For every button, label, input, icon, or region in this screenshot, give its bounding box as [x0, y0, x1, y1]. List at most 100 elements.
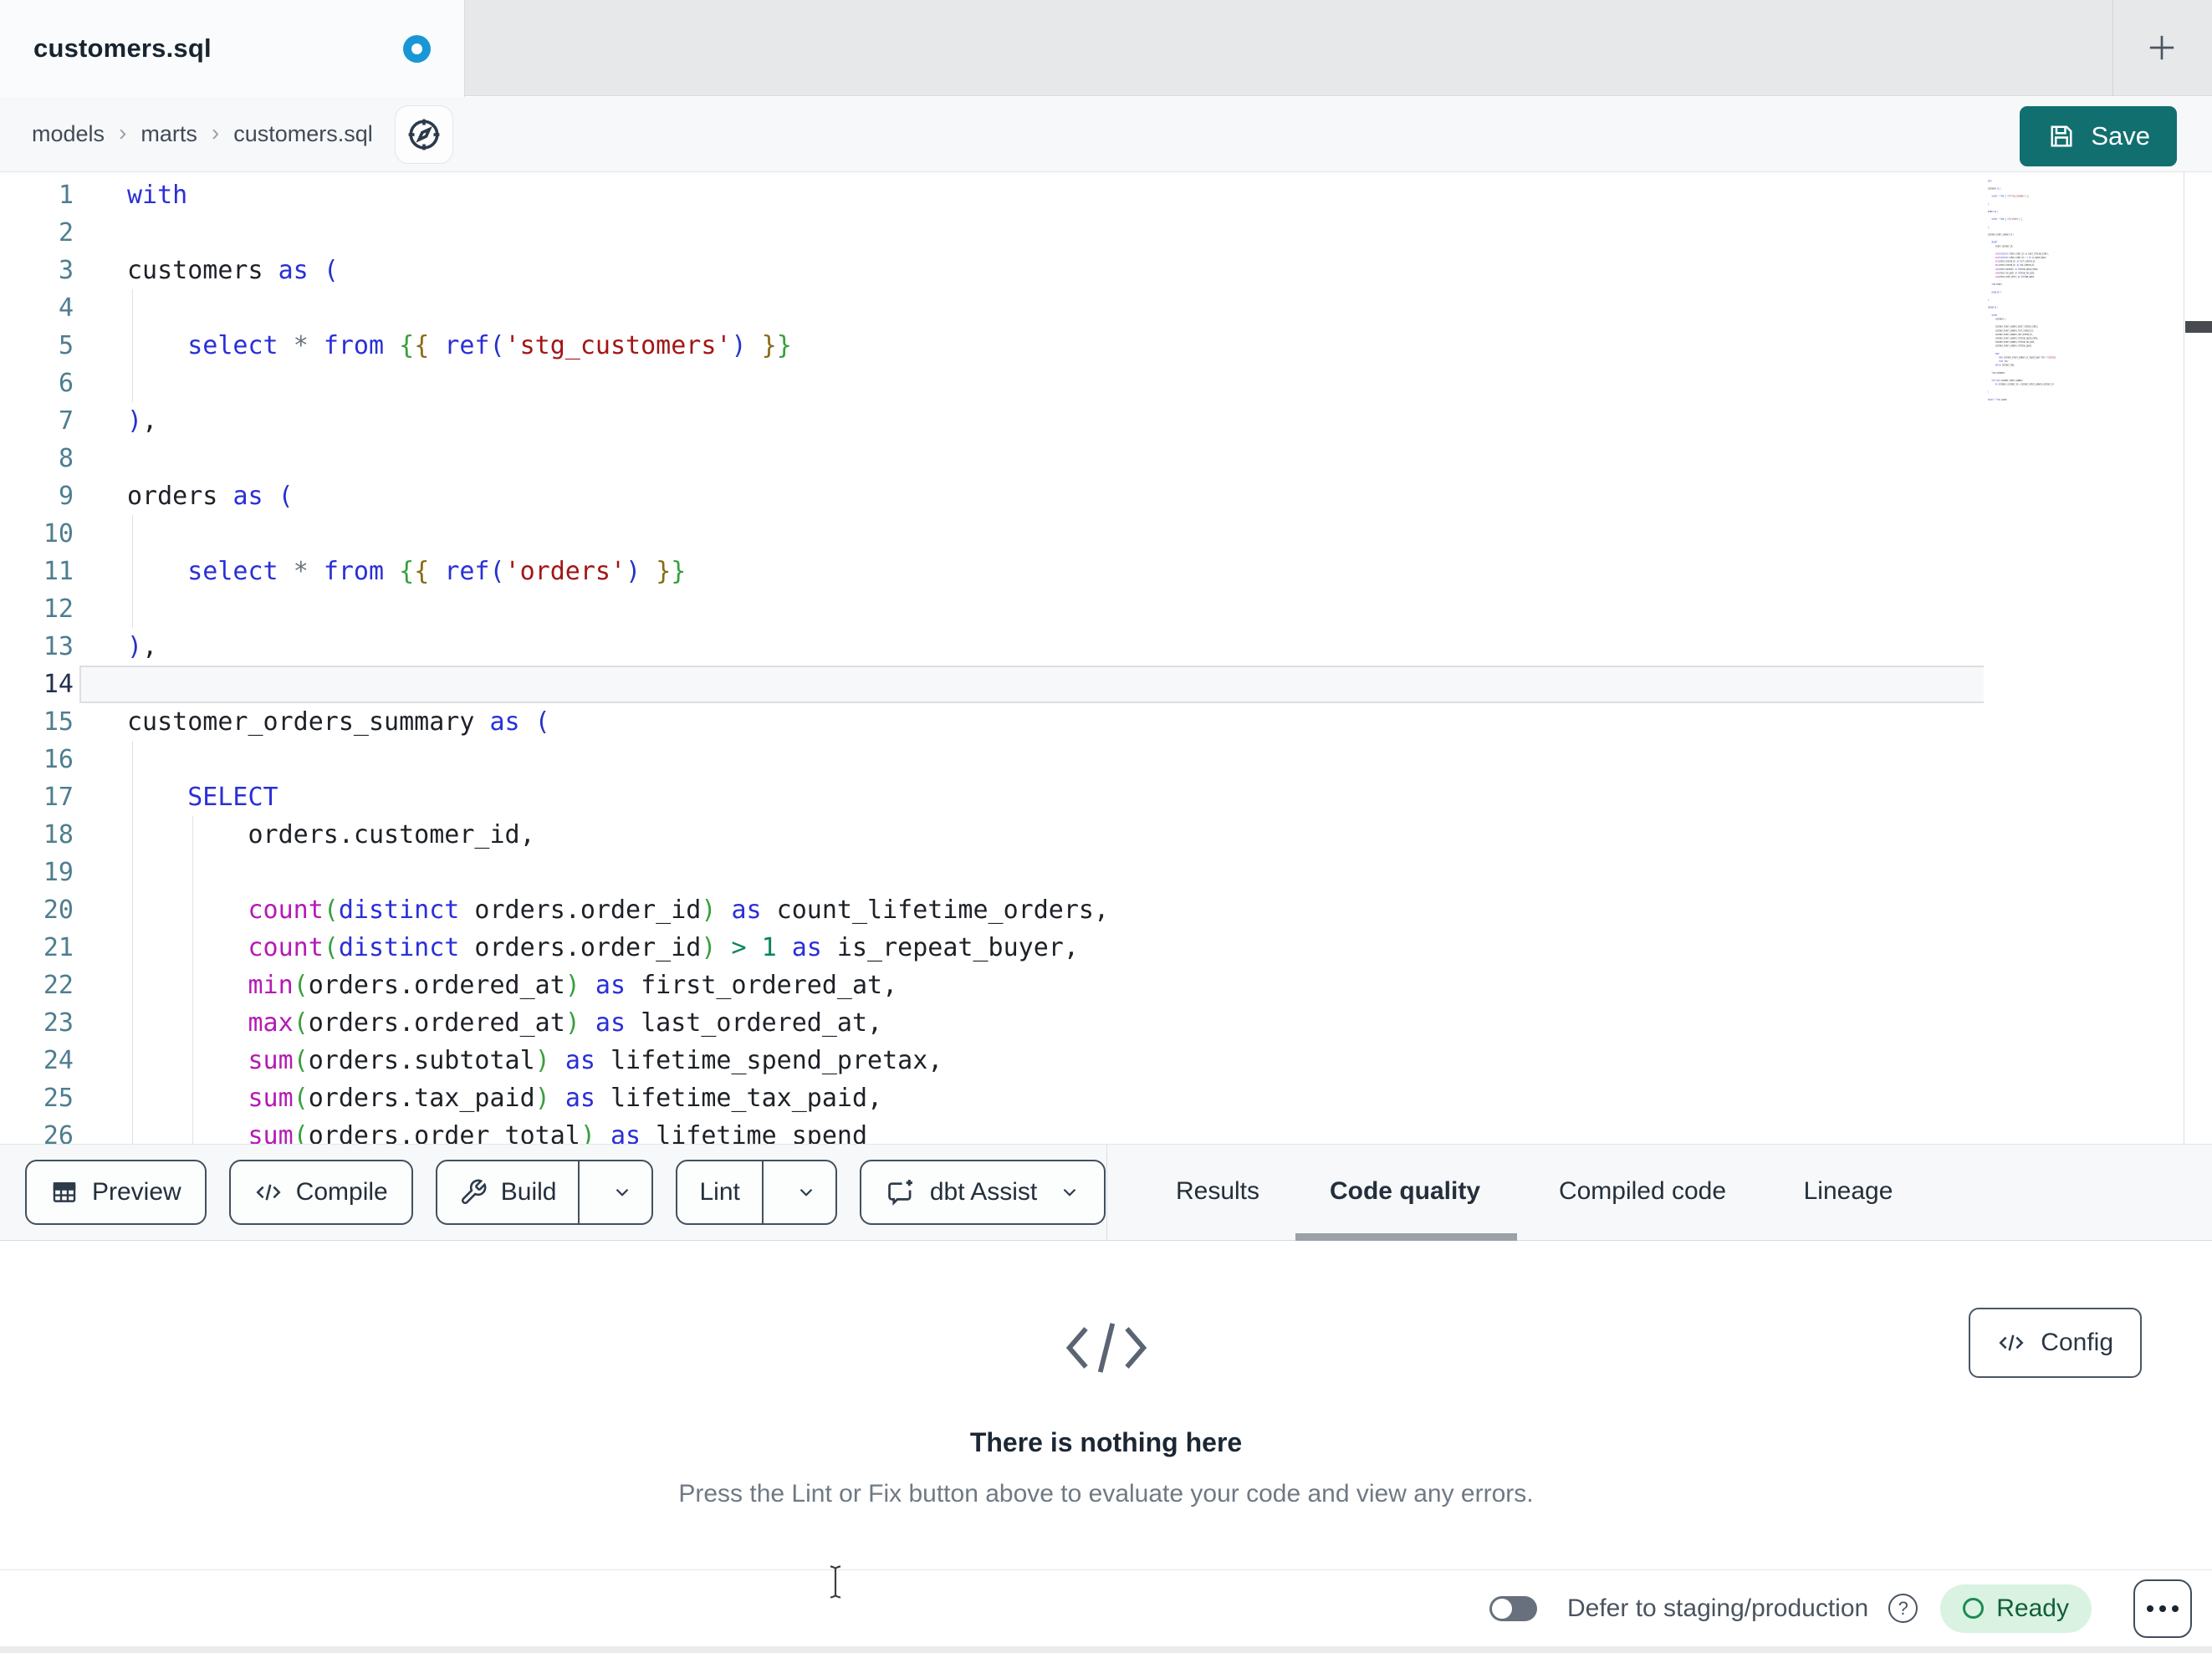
build-dropdown-button[interactable]: [593, 1161, 651, 1223]
status-bar: Defer to staging/production ? Ready: [0, 1569, 2212, 1646]
indent-guide: [132, 515, 133, 628]
code-line-21[interactable]: count(distinct orders.order_id) > 1 as i…: [79, 929, 1984, 967]
dbt-ide-window: customers.sql models › marts › customers…: [0, 0, 2212, 1653]
code-line-3[interactable]: customers as (: [79, 252, 1984, 289]
line-number: 6: [58, 369, 74, 398]
line-number: 23: [43, 1008, 74, 1038]
preview-button[interactable]: Preview: [25, 1160, 207, 1225]
status-badge: Ready: [1940, 1584, 2092, 1633]
minimap-line[interactable]: select * from joined: [1988, 398, 2060, 402]
ready-circle-icon: [1963, 1598, 1985, 1619]
build-button[interactable]: Build: [437, 1161, 580, 1223]
minimap-content: with customers as ( select * from {{ ref(…: [1988, 179, 2060, 401]
editor-tab-customers-sql[interactable]: customers.sql: [0, 0, 465, 97]
code-icon: [256, 1184, 281, 1201]
code-line-23[interactable]: max(orders.ordered_at) as last_ordered_a…: [79, 1004, 1984, 1042]
lineage-navigate-button[interactable]: [394, 105, 453, 164]
code-line-10[interactable]: [79, 515, 1984, 553]
tabbar-divider: [2112, 0, 2113, 96]
empty-state: There is nothing here Press the Lint or …: [0, 1242, 2212, 1508]
breadcrumb-separator: ›: [211, 119, 220, 145]
code-line-17[interactable]: SELECT: [79, 778, 1984, 816]
breadcrumb-separator: ›: [119, 119, 127, 145]
dbt-assist-label: dbt Assist: [929, 1178, 1038, 1206]
minimap[interactable]: with customers as ( select * from {{ ref(…: [1988, 179, 2060, 1140]
code-line-18[interactable]: orders.customer_id,: [79, 816, 1984, 854]
line-number: 17: [43, 783, 74, 812]
chevron-down-icon: [1063, 1188, 1076, 1196]
code-pane[interactable]: with customers as ( select * from {{ ref(…: [79, 176, 1984, 1144]
code-line-19[interactable]: [79, 854, 1984, 891]
more-options-button[interactable]: [2133, 1579, 2192, 1638]
code-line-9[interactable]: orders as (: [79, 477, 1984, 515]
defer-toggle[interactable]: [1489, 1595, 1537, 1621]
code-line-2[interactable]: [79, 214, 1984, 252]
lint-button[interactable]: Lint: [677, 1161, 764, 1223]
code-quality-panel: Config There is nothing here Press the L…: [0, 1242, 2212, 1569]
line-number: 24: [43, 1046, 74, 1075]
code-line-14[interactable]: [79, 666, 1984, 703]
line-number: 22: [43, 971, 74, 1000]
code-line-12[interactable]: [79, 590, 1984, 628]
line-number: 14: [43, 670, 74, 699]
code-line-5[interactable]: select * from {{ ref('stg_customers') }}: [79, 327, 1984, 365]
code-line-4[interactable]: [79, 289, 1984, 327]
save-button[interactable]: Save: [2020, 106, 2177, 166]
minimap-line[interactable]: on customers.customer_id = customer_orde…: [1988, 382, 2060, 386]
chevron-down-icon: [799, 1188, 813, 1196]
line-number: 1: [58, 181, 74, 210]
line-number: 9: [58, 482, 74, 511]
code-line-24[interactable]: sum(orders.subtotal) as lifetime_spend_p…: [79, 1042, 1984, 1079]
code-line-20[interactable]: count(distinct orders.order_id) as count…: [79, 891, 1984, 929]
chevron-down-icon: [616, 1188, 629, 1196]
dbt-assist-button[interactable]: dbt Assist: [859, 1160, 1106, 1225]
compile-button[interactable]: Compile: [228, 1160, 413, 1225]
line-number: 7: [58, 406, 74, 436]
empty-state-title: There is nothing here: [969, 1427, 1243, 1457]
code-line-1[interactable]: with: [79, 176, 1984, 214]
line-number: 18: [43, 820, 74, 849]
scrollbar-thumb[interactable]: [2185, 321, 2212, 333]
code-line-13[interactable]: ),: [79, 628, 1984, 666]
line-number: 19: [43, 858, 74, 887]
breadcrumb: models › marts › customers.sql: [0, 97, 2212, 172]
tab-compiled-code[interactable]: Compiled code: [1559, 1144, 1726, 1239]
indent-guide: [132, 289, 133, 402]
code-line-15[interactable]: customer_orders_summary as (: [79, 703, 1984, 741]
active-tab-underline: [1295, 1233, 1517, 1241]
toolbar-panel-divider: [1106, 1145, 1107, 1240]
compass-icon: [408, 119, 440, 150]
line-number: 13: [43, 632, 74, 661]
save-label: Save: [2091, 121, 2150, 151]
assist-chat-sparkle-icon: [888, 1179, 912, 1206]
code-line-26[interactable]: sum(orders.order_total) as lifetime_spen…: [79, 1117, 1984, 1144]
line-number: 20: [43, 895, 74, 925]
line-number: 12: [43, 594, 74, 624]
line-number: 25: [43, 1084, 74, 1113]
code-line-22[interactable]: min(orders.ordered_at) as first_ordered_…: [79, 967, 1984, 1004]
bottom-strip: [0, 1646, 2212, 1653]
line-number: 16: [43, 745, 74, 774]
code-line-16[interactable]: [79, 741, 1984, 778]
code-line-6[interactable]: [79, 365, 1984, 402]
code-line-7[interactable]: ),: [79, 402, 1984, 440]
tab-code-quality[interactable]: Code quality: [1330, 1144, 1480, 1239]
line-number: 11: [43, 557, 74, 586]
code-line-8[interactable]: [79, 440, 1984, 477]
tab-lineage[interactable]: Lineage: [1804, 1144, 1893, 1239]
lint-dropdown-button[interactable]: [777, 1161, 835, 1223]
indent-guide: [132, 741, 133, 1144]
line-number: 8: [58, 444, 74, 473]
indent-guide: [192, 816, 193, 1144]
code-line-11[interactable]: select * from {{ ref('orders') }}: [79, 553, 1984, 590]
plus-icon: [2149, 35, 2174, 60]
breadcrumb-marts[interactable]: marts: [140, 121, 197, 147]
breadcrumb-models[interactable]: models: [32, 121, 105, 147]
code-line-25[interactable]: sum(orders.tax_paid) as lifetime_tax_pai…: [79, 1079, 1984, 1117]
new-tab-button[interactable]: [2130, 16, 2194, 79]
help-icon[interactable]: ?: [1888, 1594, 1918, 1623]
save-floppy-icon: [2051, 125, 2072, 147]
line-number: 2: [58, 218, 74, 247]
tab-results[interactable]: Results: [1176, 1144, 1259, 1239]
code-editor[interactable]: 1 2 3 4 5 6 7 8 9 10 11 12 13 14 15 16 17 18 19 20 21 22 23 24 2…: [0, 172, 2212, 1144]
